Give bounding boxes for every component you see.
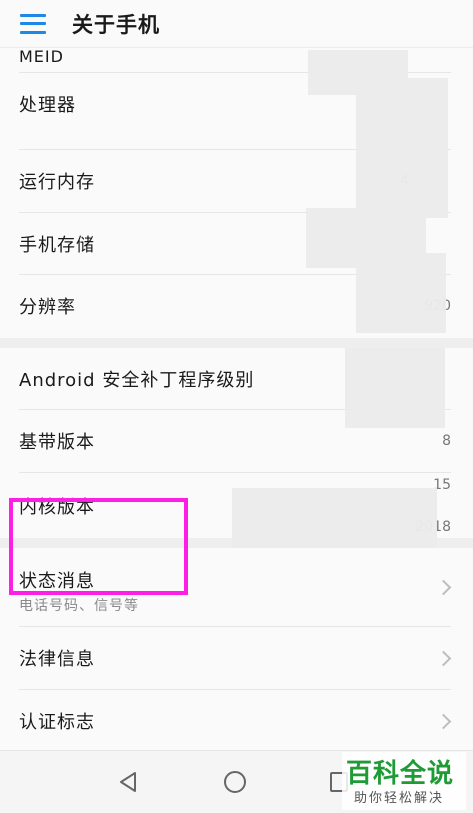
redacted-area	[232, 488, 437, 548]
back-icon[interactable]	[118, 771, 138, 793]
row-label: 分辨率	[19, 297, 76, 318]
row-legal[interactable]: 法律信息	[0, 627, 473, 689]
watermark-title: 百科全说	[346, 759, 455, 789]
home-icon[interactable]	[224, 771, 246, 793]
row-label: 运行内存	[19, 172, 95, 193]
page-title: 关于手机	[72, 12, 160, 37]
app-bar: 关于手机	[0, 0, 473, 48]
row-label: Android 安全补丁程序级别	[19, 370, 255, 391]
row-value: 8	[442, 433, 451, 449]
row-label: 基带版本	[19, 432, 95, 453]
row-label: 法律信息	[19, 649, 95, 670]
menu-icon[interactable]	[20, 13, 46, 34]
row-subtitle: 电话号码、信号等	[19, 598, 139, 614]
settings-list[interactable]: MEID 处理器 运行内存 4 手机存储 分辨率 920 Android 安全补…	[0, 48, 473, 750]
row-label: 认证标志	[19, 712, 95, 733]
row-label: 手机存储	[19, 235, 95, 256]
section-gap	[0, 338, 473, 348]
row-label: 处理器	[19, 95, 76, 116]
redacted-area	[345, 348, 445, 428]
highlight-box	[9, 498, 188, 595]
redacted-area	[356, 253, 446, 333]
chevron-right-icon	[435, 650, 452, 667]
watermark-logo: 百科全说 助你轻松解决	[342, 752, 466, 810]
row-label: MEID	[19, 48, 64, 66]
chevron-right-icon	[435, 579, 452, 596]
chevron-right-icon	[435, 713, 452, 730]
watermark-subtitle: 助你轻松解决	[354, 791, 445, 806]
row-certification[interactable]: 认证标志	[0, 690, 473, 750]
redacted-area	[356, 78, 448, 218]
